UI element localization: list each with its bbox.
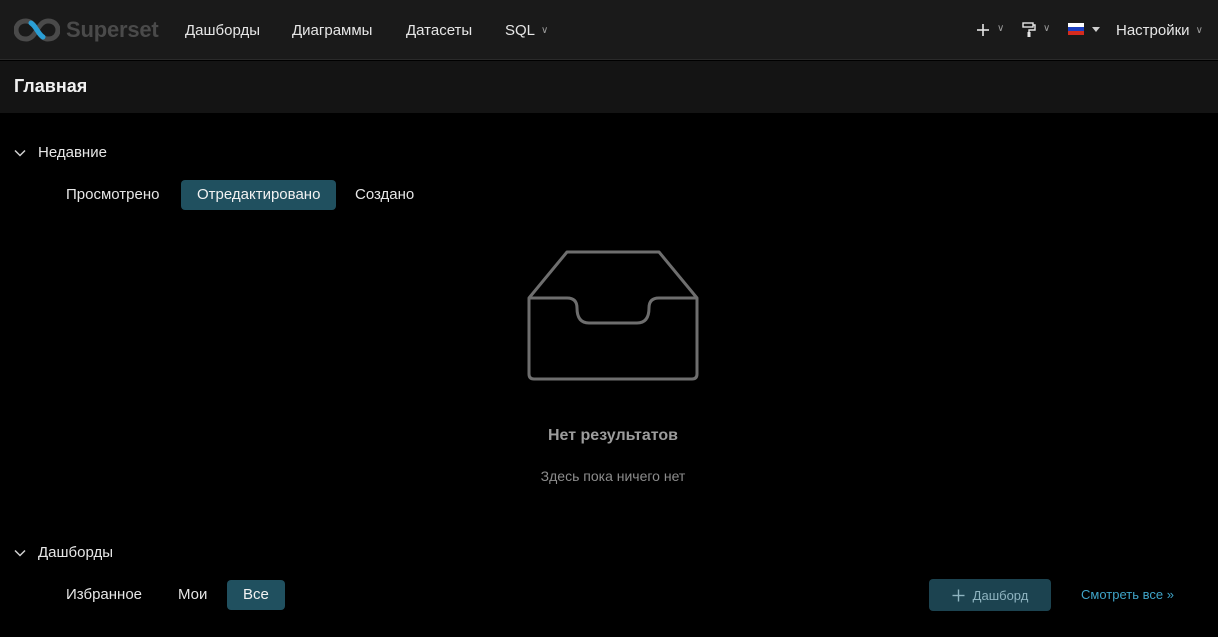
- top-navigation-bar: Superset Дашборды Диаграммы Датасеты SQL…: [0, 0, 1218, 60]
- plus-icon: [952, 589, 965, 601]
- tab-mine[interactable]: Мои: [162, 580, 223, 610]
- tab-created[interactable]: Создано: [339, 180, 430, 210]
- logo-text: Superset: [66, 17, 159, 42]
- chevron-down-icon: [14, 549, 26, 557]
- russia-flag-icon: [1068, 23, 1084, 35]
- recent-section-toggle[interactable]: Недавние: [14, 144, 107, 161]
- nav-item-datasets[interactable]: Датасеты: [406, 21, 472, 41]
- nav-item-sql-label: SQL: [505, 22, 536, 39]
- tab-all[interactable]: Все: [227, 580, 285, 610]
- new-item-menu[interactable]: ∨: [975, 20, 1009, 42]
- dashboards-section-label: Дашборды: [38, 544, 113, 561]
- page-header: Главная: [0, 61, 1218, 113]
- recent-section-label: Недавние: [38, 144, 107, 161]
- tab-favorites[interactable]: Избранное: [50, 580, 158, 610]
- nav-item-sql[interactable]: SQL ∨: [505, 21, 548, 41]
- add-dashboard-label: Дашборд: [972, 587, 1029, 603]
- paint-roller-icon: [1022, 22, 1036, 37]
- caret-down-icon: [1092, 27, 1100, 32]
- nav-item-dashboards[interactable]: Дашборды: [185, 21, 260, 41]
- tab-viewed[interactable]: Просмотрено: [50, 180, 175, 210]
- superset-logo[interactable]: Superset: [14, 17, 159, 43]
- dashboards-section-toggle[interactable]: Дашборды: [14, 544, 113, 561]
- plus-icon: [977, 24, 989, 36]
- chevron-down-icon: ∨: [541, 25, 549, 36]
- chevron-down-icon: ∨: [997, 23, 1005, 34]
- superset-logo-icon: [14, 18, 60, 42]
- empty-state-description: Здесь пока ничего нет: [540, 468, 686, 484]
- tab-edited[interactable]: Отредактировано: [181, 180, 337, 210]
- view-all-link[interactable]: Смотреть все »: [1081, 587, 1174, 602]
- language-menu[interactable]: [1068, 22, 1102, 38]
- theme-menu[interactable]: ∨: [1021, 20, 1055, 42]
- add-dashboard-button[interactable]: Дашборд: [929, 579, 1051, 611]
- chevron-down-icon: [14, 149, 26, 157]
- empty-inbox-icon: [527, 250, 699, 381]
- chevron-down-icon: ∨: [1043, 23, 1051, 34]
- settings-menu[interactable]: Настройки ∨: [1116, 21, 1203, 41]
- empty-state-title: Нет результатов: [548, 427, 678, 444]
- page-title: Главная: [14, 76, 88, 96]
- chevron-down-icon: ∨: [1195, 25, 1203, 36]
- nav-item-charts[interactable]: Диаграммы: [292, 21, 372, 41]
- settings-menu-label: Настройки: [1116, 22, 1190, 39]
